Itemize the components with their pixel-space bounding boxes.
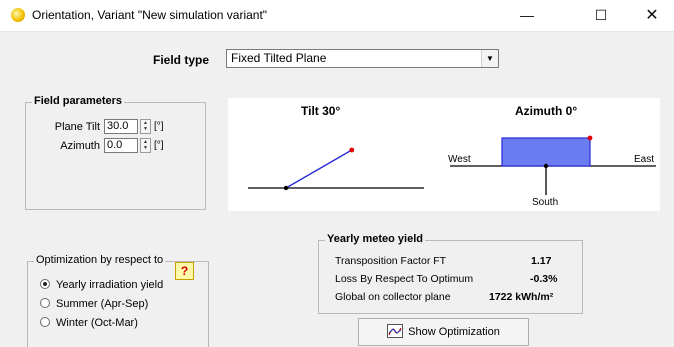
chevron-down-icon[interactable]: ▼ <box>481 50 498 67</box>
radio-winter[interactable]: Winter (Oct-Mar) <box>40 316 138 330</box>
global-collector-label: Global on collector plane <box>335 291 451 303</box>
radio-summer-label: Summer (Apr-Sep) <box>56 298 149 310</box>
field-type-select[interactable]: Fixed Tilted Plane ▼ <box>226 49 499 68</box>
global-collector-value: 1722 kWh/m² <box>489 291 554 303</box>
radio-summer-indicator[interactable] <box>40 298 50 308</box>
show-optimization-button[interactable]: Show Optimization <box>358 318 529 346</box>
radio-winter-label: Winter (Oct-Mar) <box>56 317 138 329</box>
orientation-diagram: Tilt 30° Azimuth 0° West East South <box>228 98 660 211</box>
plane-tilt-input[interactable]: 30.0 <box>104 119 138 134</box>
help-button[interactable]: ? <box>175 262 194 280</box>
plane-tilt-stepper[interactable]: ▲ ▼ <box>140 119 151 134</box>
field-parameters-group: Field parameters Plane Tilt 30.0 ▲ ▼ [°]… <box>25 95 206 210</box>
app-sun-icon <box>11 8 25 22</box>
field-type-label: Field type <box>153 53 210 67</box>
azimuth-plane-rect <box>501 137 591 167</box>
field-type-value: Fixed Tilted Plane <box>231 51 327 65</box>
west-label: West <box>448 154 471 165</box>
radio-winter-indicator[interactable] <box>40 317 50 327</box>
azimuth-input[interactable]: 0.0 <box>104 138 138 153</box>
azimuth-unit: [°] <box>154 140 164 151</box>
optimization-title: Optimization by respect to <box>34 254 166 266</box>
maximize-button[interactable]: ☐ <box>579 0 623 31</box>
radio-yearly-indicator[interactable] <box>40 279 50 289</box>
stepper-down-icon[interactable]: ▼ <box>141 126 150 132</box>
transposition-factor-value: 1.17 <box>531 255 552 267</box>
field-parameters-title: Field parameters <box>32 95 125 107</box>
radio-yearly-label: Yearly irradiation yield <box>56 279 164 291</box>
show-optimization-label: Show Optimization <box>408 326 500 338</box>
radio-summer[interactable]: Summer (Apr-Sep) <box>40 297 148 311</box>
minimize-button[interactable]: — <box>505 0 549 31</box>
plane-tilt-label: Plane Tilt <box>54 121 100 133</box>
azimuth-center-marker <box>543 163 549 169</box>
close-button[interactable]: ✕ <box>630 0 674 31</box>
transposition-factor-label: Transposition Factor FT <box>335 255 447 267</box>
east-label: East <box>634 154 655 165</box>
loss-optimum-label: Loss By Respect To Optimum <box>335 273 474 285</box>
stepper-down-icon[interactable]: ▼ <box>141 145 150 151</box>
orientation-drawing <box>248 135 656 195</box>
tilt-pivot-marker <box>283 185 289 191</box>
south-label: South <box>532 197 559 208</box>
window-title: Orientation, Variant "New simulation var… <box>32 8 268 22</box>
loss-optimum-value: -0.3% <box>530 273 558 285</box>
chart-icon <box>387 324 404 338</box>
azimuth-stepper[interactable]: ▲ ▼ <box>140 138 151 153</box>
title-bar: Orientation, Variant "New simulation var… <box>0 0 674 31</box>
azimuth-corner-marker <box>587 135 593 141</box>
yearly-yield-title: Yearly meteo yield <box>325 233 425 245</box>
tilt-plane-line <box>285 149 353 189</box>
yearly-yield-group: Yearly meteo yield Transposition Factor … <box>318 233 583 314</box>
tilt-tip-marker <box>349 147 355 153</box>
dialog-body: Field type Fixed Tilted Plane ▼ Field pa… <box>0 31 674 347</box>
radio-yearly[interactable]: Yearly irradiation yield <box>40 278 163 292</box>
plane-tilt-unit: [°] <box>154 121 164 132</box>
azimuth-label: Azimuth <box>60 140 100 152</box>
